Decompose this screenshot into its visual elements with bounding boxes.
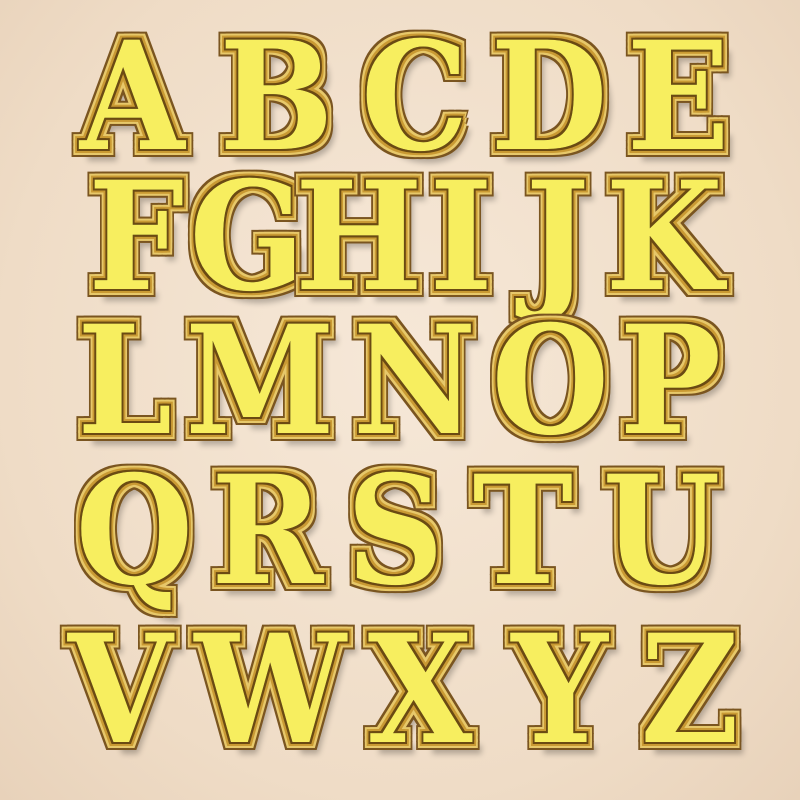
patch-letter: I xyxy=(429,149,493,325)
patch-letter: L xyxy=(77,293,173,469)
patch-row-5: V W X Y Z xyxy=(0,615,800,765)
patch-letter: H xyxy=(295,149,423,325)
patch-letter: R xyxy=(210,443,324,619)
patch-row-1: A B C D E xyxy=(0,22,800,172)
patch-row-3: L M N O P xyxy=(0,306,800,456)
patch-letter: O xyxy=(491,293,609,469)
letter-patch: G xyxy=(190,162,305,312)
patch-letter: U xyxy=(602,443,720,619)
letter-patch: Y xyxy=(495,615,625,765)
letter-patch: U xyxy=(601,456,721,606)
patch-letter: N xyxy=(353,293,477,469)
letter-patch: L xyxy=(78,306,173,456)
photo-letter-patches: A B C D E F G H I J K L M N O P Q R S T … xyxy=(0,0,800,800)
letter-patch: H xyxy=(295,162,423,312)
patch-letter: G xyxy=(189,149,306,325)
letter-patch: K xyxy=(605,162,722,312)
letter-patch: T xyxy=(463,456,583,606)
letter-patch: A xyxy=(72,22,192,172)
patch-letter: T xyxy=(472,443,574,619)
letter-patch: B xyxy=(216,22,336,172)
patch-letter: M xyxy=(185,293,335,469)
letter-patch: I xyxy=(426,162,496,312)
letter-patch: O xyxy=(491,306,609,456)
patch-letter: K xyxy=(605,149,723,325)
letter-patch: W xyxy=(194,615,346,765)
letter-patch: Z xyxy=(635,615,745,765)
letter-patch: Q xyxy=(75,456,193,606)
patch-letter: V xyxy=(67,602,173,778)
letter-patch: E xyxy=(627,22,730,172)
letter-patch: D xyxy=(490,22,607,172)
patch-letter: Z xyxy=(640,602,740,778)
letter-patch: V xyxy=(55,615,185,765)
patch-letter: W xyxy=(194,602,346,778)
patch-letter: Q xyxy=(75,443,193,619)
patch-row-2: F G H I J K xyxy=(0,162,800,312)
letter-patch: X xyxy=(355,615,485,765)
letter-patch: F xyxy=(88,162,184,312)
letter-patch: C xyxy=(360,22,470,172)
letter-patch: N xyxy=(350,306,480,456)
letter-patch: S xyxy=(345,456,445,606)
patch-letter: P xyxy=(619,293,721,469)
letter-patch: M xyxy=(185,306,334,456)
patch-letter: Y xyxy=(511,602,609,778)
letter-patch: P xyxy=(619,306,721,456)
patch-letter: X xyxy=(367,602,473,778)
patch-letter: J xyxy=(525,149,590,325)
patch-row-4: Q R S T U xyxy=(0,456,800,606)
letter-patch: R xyxy=(207,456,327,606)
patch-letter: F xyxy=(87,149,184,325)
letter-patch: J xyxy=(517,162,597,312)
patch-letter: S xyxy=(346,443,444,619)
